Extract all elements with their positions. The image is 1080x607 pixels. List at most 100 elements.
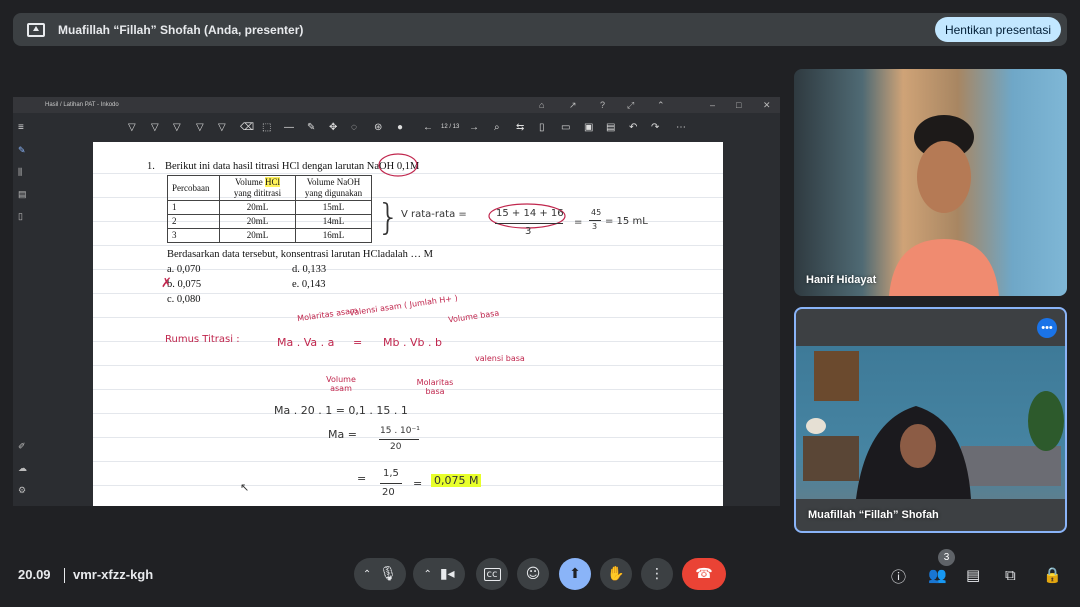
- select-icon[interactable]: ⬚: [262, 122, 271, 133]
- adjust-icon[interactable]: ⇆: [516, 122, 524, 133]
- option-b[interactable]: b. 0,075: [167, 279, 201, 290]
- prev-page-icon[interactable]: ←: [423, 122, 433, 133]
- lasso-icon[interactable]: ◌: [351, 122, 357, 133]
- formula-left: Ma . Va . a: [277, 336, 335, 349]
- hand-icon: ✋: [607, 566, 625, 582]
- present-button[interactable]: ⬆: [559, 558, 591, 590]
- move-icon[interactable]: ✥: [329, 122, 337, 133]
- presenter-title: Muafillah “Fillah” Shofah (Anda, present…: [58, 22, 304, 37]
- drawing-toolbar: ≡ ▽ ▽ ▽ ▽ ▽ ⌫ ⬚ — ✎ ✥ ◌ ⊛ ● ← 12 / 13 → …: [13, 117, 780, 139]
- table-cell: 14mL: [295, 214, 372, 229]
- activities-icon[interactable]: ⧉: [1005, 566, 1016, 584]
- leave-call-button[interactable]: ☎: [682, 558, 726, 590]
- maximize-icon[interactable]: □: [736, 100, 741, 110]
- annotation-molaritas-basa: Molaritas basa: [416, 378, 454, 396]
- share-icon[interactable]: ↗: [569, 100, 577, 111]
- divider: [64, 568, 65, 583]
- clipboard-icon[interactable]: ▤: [606, 122, 615, 133]
- shape-icon[interactable]: ⊛: [374, 122, 382, 133]
- library-icon[interactable]: ⫼: [18, 167, 22, 178]
- table-cell: 16mL: [295, 228, 372, 243]
- undo-icon[interactable]: ↶: [629, 122, 637, 133]
- more-tools-icon[interactable]: ⋯: [676, 122, 686, 133]
- step-three-denominator: 20: [382, 487, 395, 498]
- redo-icon[interactable]: ↷: [651, 122, 659, 133]
- chevron-up-icon: ⌃: [362, 568, 372, 580]
- chat-icon[interactable]: ▤: [966, 566, 980, 584]
- menu-icon[interactable]: ≡: [18, 122, 24, 133]
- step-three-equals-2: =: [413, 477, 423, 490]
- minimize-icon[interactable]: –: [710, 100, 715, 110]
- present-icon: ⬆: [569, 566, 581, 582]
- participant-name: Hanif Hidayat: [806, 274, 877, 286]
- formula-right: Mb . Vb . b: [383, 336, 442, 349]
- zoom-icon[interactable]: ⌕: [494, 122, 500, 133]
- help-icon[interactable]: ?: [600, 100, 605, 110]
- settings-icon[interactable]: ⚙: [18, 485, 26, 496]
- participant-tile-active[interactable]: ••• Muafillah “Fillah” Shofah: [794, 307, 1067, 533]
- mic-tool-icon[interactable]: ●: [397, 122, 403, 133]
- v-result: = 15 mL: [605, 216, 648, 227]
- info-icon[interactable]: ⓘ: [891, 566, 906, 587]
- folder-icon[interactable]: ▭: [561, 122, 570, 133]
- more-options-button[interactable]: •••: [1037, 318, 1057, 338]
- pen-side-icon[interactable]: ✎: [18, 145, 26, 156]
- question-prompt: Berdasarkan data tersebut, konsentrasi l…: [167, 249, 433, 260]
- highlighter-icon[interactable]: ▽: [196, 122, 204, 133]
- microphone-button[interactable]: ⌃ 🎙: [354, 558, 406, 590]
- pen-green-icon[interactable]: ▽: [218, 122, 226, 133]
- cloud-icon[interactable]: ☁: [18, 463, 27, 474]
- v-result-equals: =: [574, 217, 583, 228]
- raise-hand-button[interactable]: ✋: [600, 558, 632, 590]
- clipboard-side-icon[interactable]: ▯: [18, 211, 23, 222]
- host-controls-icon[interactable]: 🔒: [1043, 566, 1062, 584]
- line-icon[interactable]: —: [284, 122, 294, 133]
- table-row: 1 20mL 15mL: [167, 200, 372, 215]
- window-title: Hasil / Latihan PAT - Inkodo: [45, 102, 119, 108]
- step-three-equals: =: [357, 472, 367, 485]
- slides-icon[interactable]: ▤: [18, 189, 27, 200]
- control-bar: 20.09 vmr-xfzz-kgh ⌃ 🎙 ⌃ ▮◂ cc ☺ ⬆ ✋ ⋮ ☎ ⓘ…: [0, 548, 1080, 607]
- step-two-numerator: 15 . 10⁻¹: [380, 426, 420, 436]
- pen-red-icon[interactable]: ▽: [151, 122, 159, 133]
- pen-tool-icon[interactable]: ▽: [128, 122, 136, 133]
- participant-video: [889, 115, 999, 296]
- meeting-code: vmr-xfzz-kgh: [73, 567, 154, 582]
- annotation-volume-basa: Volume basa: [447, 308, 500, 325]
- pen-blue-icon[interactable]: ▽: [173, 122, 181, 133]
- shared-screen: Hasil / Latihan PAT - Inkodo ⌂ ↗ ? ⤢ ⌃ –…: [13, 97, 780, 506]
- option-d[interactable]: d. 0,133: [292, 264, 326, 275]
- captions-button[interactable]: cc: [476, 558, 508, 590]
- close-icon[interactable]: ✕: [763, 100, 771, 111]
- marker-icon[interactable]: ✎: [307, 122, 315, 133]
- home-icon[interactable]: ⌂: [539, 100, 544, 110]
- collapse-icon[interactable]: ⌃: [657, 100, 665, 111]
- question-number: 1.: [147, 161, 155, 172]
- step-two-denominator: 20: [390, 442, 402, 452]
- draw-side-icon[interactable]: ✐: [18, 441, 26, 452]
- next-page-icon[interactable]: →: [469, 122, 479, 133]
- emoji-button[interactable]: ☺: [517, 558, 549, 590]
- more-vert-icon: ⋮: [650, 566, 664, 582]
- table-header-cell: Percobaan: [167, 175, 220, 201]
- table-row: 2 20mL 14mL: [167, 214, 372, 229]
- eraser-icon[interactable]: ⌫: [240, 122, 254, 133]
- v-result-numerator: 45: [591, 208, 602, 217]
- brace-mark: }: [377, 197, 400, 238]
- save-icon[interactable]: ▣: [584, 122, 593, 133]
- annotation-valensi-basa: valensi basa: [475, 354, 525, 363]
- option-c[interactable]: c. 0,080: [167, 294, 201, 305]
- step-three-numerator: 1,5: [383, 468, 399, 479]
- v-fraction-numerator: 15 + 14 + 16: [496, 208, 564, 219]
- fullscreen-icon[interactable]: ⤢: [627, 100, 634, 111]
- table-row: 3 20mL 16mL: [167, 228, 372, 243]
- page-icon[interactable]: ▯: [539, 122, 545, 133]
- emoji-icon: ☺: [525, 566, 541, 582]
- participant-tile[interactable]: Hanif Hidayat: [794, 69, 1067, 296]
- people-icon[interactable]: 👥: [928, 566, 947, 584]
- option-e[interactable]: e. 0,143: [292, 279, 326, 290]
- option-a[interactable]: a. 0,070: [167, 264, 201, 275]
- camera-button[interactable]: ⌃ ▮◂: [413, 558, 465, 590]
- stop-presenting-button[interactable]: Hentikan presentasi: [934, 17, 1061, 42]
- more-options-button[interactable]: ⋮: [641, 558, 673, 590]
